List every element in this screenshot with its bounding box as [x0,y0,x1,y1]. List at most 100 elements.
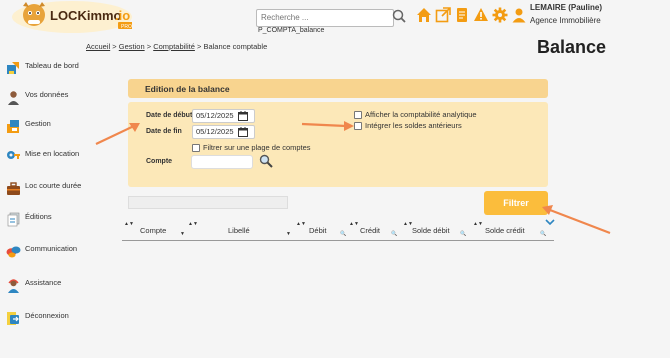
breadcrumb: Accueil > Gestion > Comptabilité > Balan… [86,42,267,51]
page-code: P_COMPTA_balance [258,27,325,34]
sort-icon[interactable]: ▲▼ [124,221,134,227]
user-name: LEMAIRE (Pauline) [530,3,603,12]
sidebar-item-label: Éditions [25,212,52,221]
checkbox-box[interactable] [354,121,362,130]
column-label: Débit [309,226,327,235]
chevron-down-icon[interactable] [545,219,555,227]
external-link-icon[interactable] [435,7,451,23]
filter-dropdown-icon[interactable]: ▼ [286,231,291,237]
sidebar-item-label: Mise en location [25,149,80,158]
search-icon[interactable]: 🔍 [460,231,466,237]
integrer-soldes-checkbox[interactable]: Intégrer les soldes antérieurs [354,121,462,130]
sidebar-item-label: Tableau de bord [25,61,79,70]
search-icon[interactable] [259,154,273,168]
support-icon [8,279,19,293]
sidebar-item-label: Vos données [25,90,69,99]
breadcrumb-comptabilite[interactable]: Comptabilité [153,42,195,51]
panel-title: Edition de la balance [145,84,230,94]
alert-icon[interactable] [473,7,489,23]
checkbox-label: Intégrer les soldes antérieurs [365,121,462,130]
key-icon [7,151,20,159]
panel-header: Edition de la balance [128,79,548,98]
search-icon[interactable]: 🔍 [540,231,546,237]
breadcrumb-gestion[interactable]: Gestion [119,42,145,51]
sort-icon[interactable]: ▲▼ [296,221,306,227]
balance-table-header: ▲▼ Compte ▼ ▲▼ Libellé ▼ ▲▼ Débit 🔍 ▲▼ C… [122,220,554,241]
checkbox-box[interactable] [192,143,200,152]
sidebar-item-label: Déconnexion [25,311,69,320]
column-label: Solde crédit [485,226,525,235]
search-icon[interactable]: 🔍 [391,231,397,237]
sidebar-item-loc-courte-duree[interactable]: Loc courte durée [6,181,81,196]
folder-icon [7,120,19,133]
home-icon[interactable] [416,7,432,23]
checkbox-label: Afficher la comptabilité analytique [365,110,477,119]
svg-text:.io: .io [115,8,130,23]
user-agency: Agence Immobilière [530,16,601,25]
checkbox-label: Filtrer sur une plage de comptes [203,143,311,152]
calendar-icon[interactable] [238,127,248,137]
documents-icon [7,212,20,227]
breadcrumb-separator: > [146,42,152,51]
sidebar-item-label: Gestion [25,119,51,128]
sidebar-item-communication[interactable]: Communication [6,244,77,259]
sidebar-item-tableau-de-bord[interactable]: Tableau de bord [6,61,79,76]
svg-text:LOCKimmo: LOCKimmo [50,8,122,23]
breadcrumb-separator: > [196,42,202,51]
sidebar-item-label: Assistance [25,278,62,287]
date-debut-label: Date de début [146,112,193,119]
column-label: Compte [140,226,167,235]
sidebar-item-label: Communication [25,244,78,253]
search-icon[interactable]: 🔍 [340,231,346,237]
sidebar-item-assistance[interactable]: Assistance [6,278,61,293]
compte-label: Compte [146,158,173,165]
sort-icon[interactable]: ▲▼ [349,221,359,227]
sidebar-item-gestion[interactable]: Gestion [6,119,51,134]
sidebar-item-label: Loc courte durée [25,181,82,190]
breadcrumb-separator: > [112,42,117,51]
compte-input[interactable] [191,155,253,169]
sidebar-item-deconnexion[interactable]: Déconnexion [6,311,69,326]
logout-icon [7,312,19,325]
sort-icon[interactable]: ▲▼ [473,221,483,227]
column-label: Solde débit [412,226,450,235]
sidebar-item-editions[interactable]: Éditions [6,212,52,227]
column-label: Libellé [228,226,250,235]
filtrer-button[interactable]: Filtrer [484,191,548,215]
svg-text:PRO: PRO [121,24,132,30]
column-label: Crédit [360,226,381,235]
dashboard-icon [7,62,19,74]
column-header-debit[interactable]: ▲▼ Débit 🔍 [296,220,351,240]
checkbox-box[interactable] [354,110,362,119]
chat-bubbles-icon [6,246,21,258]
header-toolbar [416,7,527,25]
sort-icon[interactable]: ▲▼ [188,221,198,227]
global-filter-input[interactable] [128,196,288,209]
search-container [256,7,406,27]
breadcrumb-current: Balance comptable [203,42,268,51]
person-icon [8,91,19,105]
filtrer-plage-checkbox[interactable]: Filtrer sur une plage de comptes [192,143,311,152]
search-icon[interactable] [392,9,406,23]
search-input[interactable] [256,8,394,27]
breadcrumb-accueil[interactable]: Accueil [86,42,110,51]
balance-form: Date de début 05/12/2025 Date de fin 05/… [128,102,548,187]
user-info[interactable]: LEMAIRE (Pauline) Agence Immobilière [530,3,602,25]
date-fin-label: Date de fin [146,128,182,135]
suitcase-icon [7,182,20,195]
column-header-compte[interactable]: ▲▼ Compte ▼ [122,220,192,240]
column-header-libelle[interactable]: ▲▼ Libellé ▼ [188,220,296,240]
settings-icon[interactable] [492,7,508,23]
page-title: Balance [537,37,607,57]
column-header-solde-debit[interactable]: ▲▼ Solde débit 🔍 [403,220,473,240]
sidebar-item-vos-donnees[interactable]: Vos données [6,90,68,105]
user-icon[interactable] [511,7,527,23]
document-icon[interactable] [454,7,470,23]
column-header-credit[interactable]: ▲▼ Crédit 🔍 [349,220,403,240]
sidebar-item-mise-en-location[interactable]: Mise en location [6,149,79,164]
column-header-solde-credit[interactable]: ▲▼ Solde crédit 🔍 [473,220,554,240]
afficher-analytique-checkbox[interactable]: Afficher la comptabilité analytique [354,110,477,119]
filter-dropdown-icon[interactable]: ▼ [180,231,185,237]
lockimmo-logo[interactable]: LOCKimmo .io PRO [10,0,132,34]
calendar-icon[interactable] [238,111,248,121]
